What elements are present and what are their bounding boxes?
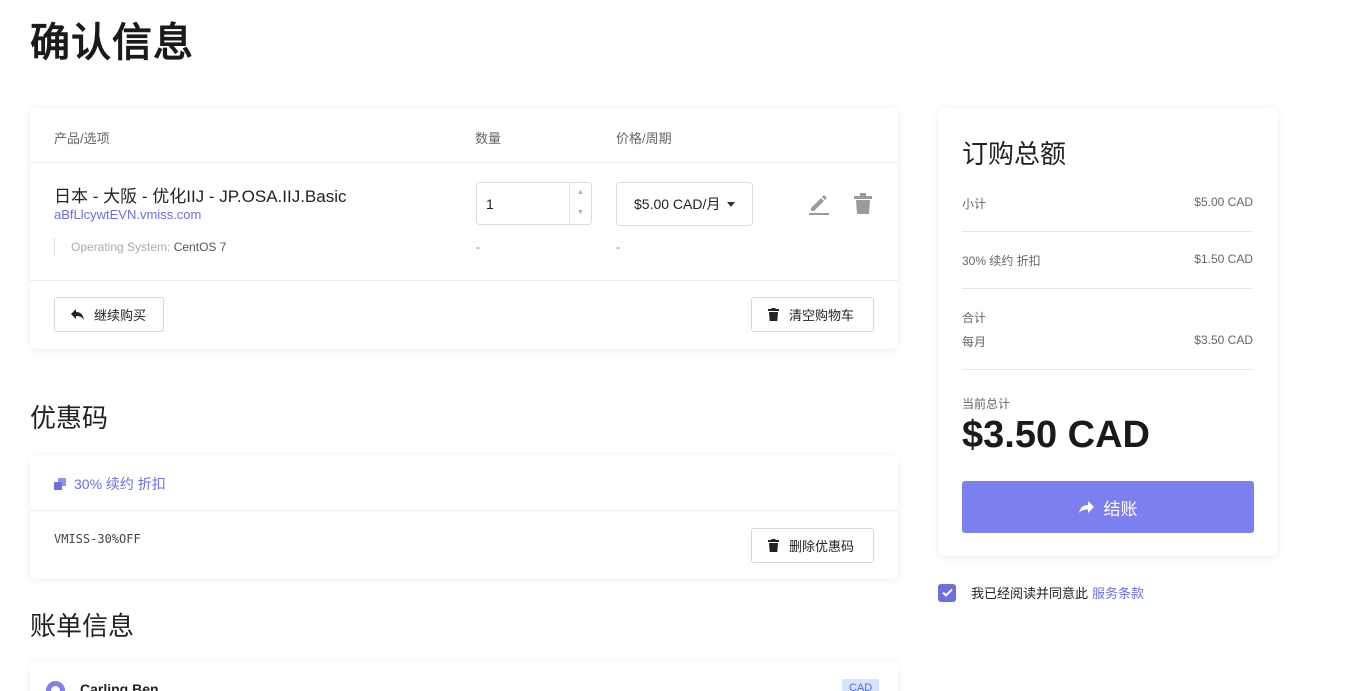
coupon-applied: 30% 续约 折扣 bbox=[54, 474, 166, 494]
terms-link[interactable]: 服务条款 bbox=[1092, 583, 1144, 602]
subtotal-row: 小计 $5.00 CAD bbox=[962, 195, 1253, 212]
option-value: CentOS 7 bbox=[173, 240, 227, 254]
billing-card[interactable]: Carling Ben CAD bbox=[30, 661, 898, 691]
summary-divider bbox=[962, 231, 1253, 232]
share-arrow-icon bbox=[1078, 501, 1094, 513]
reply-icon bbox=[71, 309, 84, 320]
monthly-row: 每月 $3.50 CAD bbox=[962, 333, 1253, 350]
billing-section-title: 账单信息 bbox=[30, 611, 135, 641]
billing-cycle-value: $5.00 CAD/月 bbox=[634, 196, 721, 212]
continue-shopping-label: 继续购买 bbox=[94, 308, 147, 323]
coupon-label: 30% 续约 折扣 bbox=[74, 476, 166, 492]
coupon-code: VMISS-30%OFF bbox=[54, 532, 141, 546]
quantity-input[interactable] bbox=[477, 183, 567, 224]
cart-header: 产品/选项 数量 价格/周期 bbox=[30, 108, 898, 163]
monthly-value: $3.50 CAD bbox=[1194, 333, 1253, 347]
product-name: 日本 - 大阪 - 优化IIJ - JP.OSA.IIJ.Basic bbox=[54, 187, 347, 206]
coupon-icon bbox=[54, 478, 66, 490]
trash-icon[interactable] bbox=[854, 193, 872, 215]
checkout-label: 结账 bbox=[1103, 499, 1138, 519]
radio-selected-icon[interactable] bbox=[46, 681, 65, 691]
trash-icon bbox=[768, 308, 779, 321]
terms-text: 我已经阅读并同意此 bbox=[971, 586, 1089, 601]
summary-divider bbox=[962, 369, 1253, 370]
terms-checkbox[interactable] bbox=[938, 583, 956, 602]
coupon-card: 30% 续约 折扣 VMISS-30%OFF 删除优惠码 bbox=[30, 455, 898, 579]
currency-badge: CAD bbox=[842, 679, 880, 691]
total-row: 合计 bbox=[962, 309, 1253, 326]
option-label: Operating System: bbox=[71, 240, 171, 254]
summary-title: 订购总额 bbox=[962, 139, 1067, 169]
subtotal-value: $5.00 CAD bbox=[1194, 195, 1253, 209]
billing-cycle-select[interactable]: $5.00 CAD/月 bbox=[616, 182, 753, 226]
cart-divider bbox=[30, 280, 898, 281]
remove-coupon-label: 删除优惠码 bbox=[789, 539, 855, 554]
product-column-header: 产品/选项 bbox=[54, 131, 110, 146]
coupon-section-title: 优惠码 bbox=[30, 403, 109, 433]
empty-cart-button[interactable]: 清空购物车 bbox=[751, 297, 874, 332]
billing-contact-name: Carling Ben bbox=[80, 681, 159, 691]
product-hostname[interactable]: aBfLlcywtEVN.vmiss.com bbox=[54, 207, 201, 222]
quantity-stepper[interactable]: ▲ ▼ bbox=[476, 182, 592, 225]
continue-shopping-button[interactable]: 继续购买 bbox=[54, 297, 164, 332]
coupon-header: 30% 续约 折扣 bbox=[30, 455, 898, 511]
discount-label: 30% 续约 折扣 bbox=[962, 254, 1041, 268]
quantity-dash: - bbox=[476, 240, 480, 254]
current-total-value: $3.50 CAD bbox=[962, 414, 1150, 456]
discount-row: 30% 续约 折扣 $1.50 CAD bbox=[962, 252, 1253, 269]
price-dash: - bbox=[616, 240, 620, 254]
decrement-icon[interactable]: ▼ bbox=[570, 203, 591, 223]
monthly-label: 每月 bbox=[962, 335, 987, 349]
product-option: Operating System: CentOS 7 bbox=[54, 238, 226, 256]
discount-value: $1.50 CAD bbox=[1194, 252, 1253, 266]
total-label: 合计 bbox=[962, 311, 987, 325]
checkout-button[interactable]: 结账 bbox=[962, 481, 1254, 533]
page-title: 确认信息 bbox=[30, 21, 194, 65]
subtotal-label: 小计 bbox=[962, 197, 987, 211]
price-column-header: 价格/周期 bbox=[616, 131, 672, 146]
remove-coupon-button[interactable]: 删除优惠码 bbox=[751, 528, 874, 563]
check-icon bbox=[941, 588, 953, 597]
quantity-spinner[interactable]: ▲ ▼ bbox=[569, 183, 591, 224]
summary-divider bbox=[962, 288, 1253, 289]
empty-cart-label: 清空购物车 bbox=[789, 308, 855, 323]
edit-icon[interactable] bbox=[808, 193, 830, 215]
current-total-label: 当前总计 bbox=[962, 397, 1011, 411]
terms-agreement: 我已经阅读并同意此 服务条款 bbox=[938, 583, 1144, 602]
quantity-column-header: 数量 bbox=[475, 131, 502, 146]
trash-icon bbox=[768, 539, 779, 552]
order-summary-card: 订购总额 小计 $5.00 CAD 30% 续约 折扣 $1.50 CAD 合计… bbox=[938, 108, 1278, 556]
caret-down-icon bbox=[727, 202, 735, 207]
increment-icon[interactable]: ▲ bbox=[570, 183, 591, 203]
